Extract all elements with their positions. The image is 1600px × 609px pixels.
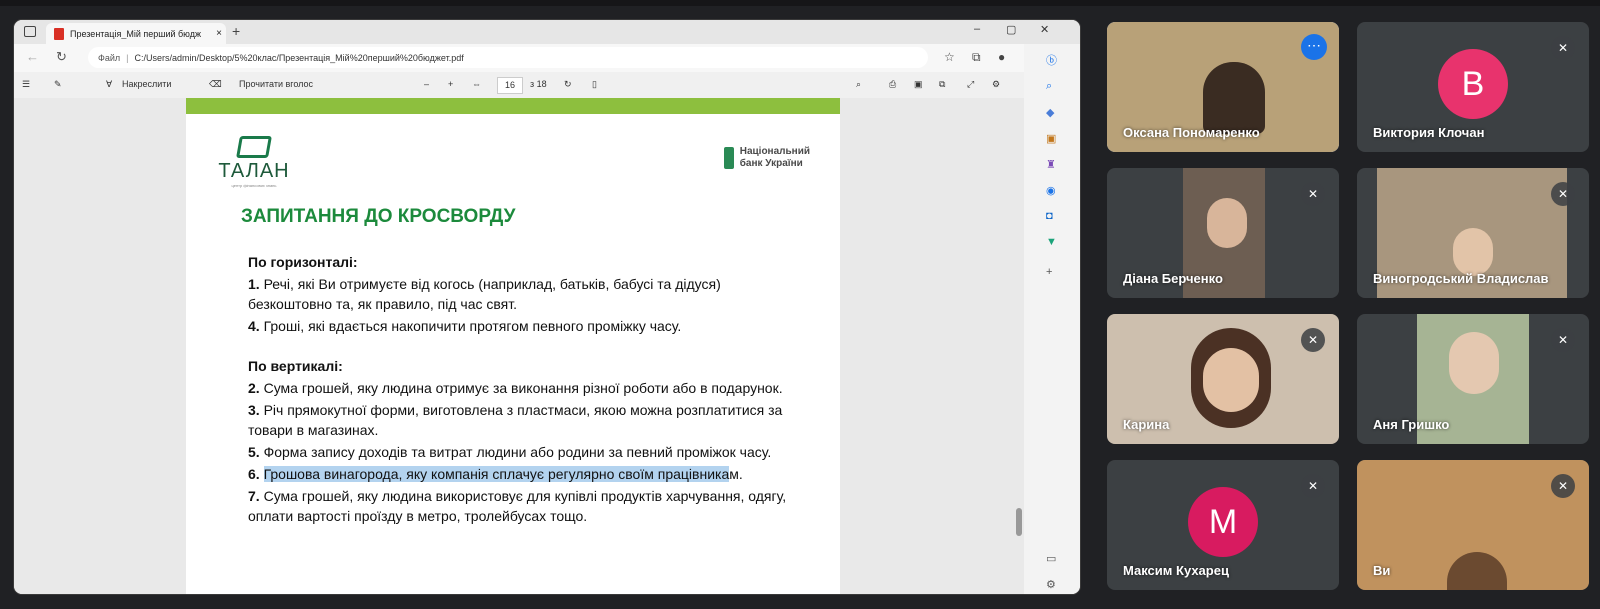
page-total: з 18 — [530, 79, 547, 89]
rotate-icon[interactable]: ↻ — [564, 79, 572, 90]
participant-name: Карина — [1123, 417, 1170, 432]
address-bar: ← ↻ Файл | C:/Users/admin/Desktop/5%20кл… — [14, 44, 1080, 72]
drop-icon[interactable]: ▼ — [1046, 236, 1057, 248]
participant-name: Аня Гришко — [1373, 417, 1450, 432]
sidebar-settings-icon[interactable]: ⚙ — [1046, 578, 1056, 591]
fit-page-icon[interactable]: ⇔ — [472, 79, 481, 89]
url-text: C:/Users/admin/Desktop/5%20клас/Презента… — [134, 52, 464, 63]
participant-name: Максим Кухарец — [1123, 563, 1229, 578]
tab-bar: Презентація_Мій перший бюдж × + – ▢ ✕ — [14, 20, 1080, 44]
slide-title: ЗАПИТАННЯ ДО КРОСВОРДУ — [241, 206, 516, 227]
participant-tile[interactable]: ✕ Ви — [1357, 460, 1589, 590]
list-item: 1. Речі, які Ви отримуєте від когось (на… — [248, 276, 721, 312]
pdf-icon — [54, 27, 64, 40]
tools-icon[interactable]: ▣ — [1046, 132, 1056, 145]
pdf-viewer[interactable]: ТАЛАН центр фінансових знань Національни… — [14, 98, 1024, 594]
draw-button[interactable]: Накреслити — [122, 79, 171, 89]
copilot-icon[interactable]: ⓑ — [1046, 52, 1057, 68]
participant-tile[interactable]: ✕ В Виктория Клочан — [1357, 22, 1589, 152]
talan-logo: ТАЛАН центр фінансових знань — [218, 136, 290, 188]
mic-off-icon: ✕ — [1551, 182, 1575, 206]
shopping-icon[interactable]: ◆ — [1046, 106, 1054, 119]
url-field[interactable]: Файл | C:/Users/admin/Desktop/5%20клас/П… — [88, 47, 928, 68]
file-label: Файл — [98, 52, 121, 63]
scroll-thumb[interactable] — [1016, 508, 1022, 536]
refresh-icon[interactable]: ↻ — [56, 49, 67, 65]
new-tab-button[interactable]: + — [232, 23, 240, 39]
pdf-toolbar: ☰ ✎ ∀ Накреслити ⌫ Прочитати вголос – + … — [14, 72, 1024, 99]
participant-tile[interactable]: ✕ Діана Берченко — [1107, 168, 1339, 298]
participant-name: Діана Берченко — [1123, 271, 1223, 286]
participant-tile[interactable]: ⋯ Оксана Пономаренко — [1107, 22, 1339, 152]
m365-icon[interactable]: ◉ — [1046, 184, 1056, 197]
participant-name: Ви — [1373, 563, 1391, 578]
avatar: В — [1438, 49, 1508, 119]
nbu-logo: Національний банк України — [723, 146, 810, 170]
text-selection: Грошова винагорода, яку компанія сплачує… — [263, 466, 730, 482]
pdf-scrollbar[interactable] — [1014, 98, 1024, 594]
participant-tile[interactable]: ✕ Аня Гришко — [1357, 314, 1589, 444]
save-icon[interactable]: ▣ — [914, 79, 923, 90]
list-item: 4. Гроші, які вдається накопичити протяг… — [248, 318, 682, 334]
read-aloud-button[interactable]: Прочитати вголос — [239, 79, 313, 89]
add-sidebar-icon[interactable]: + — [1046, 266, 1052, 278]
print-icon[interactable]: ⎙ — [889, 79, 896, 90]
zoom-in-button[interactable]: + — [448, 79, 453, 89]
settings-icon[interactable]: ⚙ — [992, 79, 1000, 90]
vertical-heading: По вертикалі: — [248, 358, 343, 374]
edge-sidebar: ⓑ ⌕ ◆ ▣ ♜ ◉ ◘ ▼ + ▭ ⚙ — [1024, 44, 1080, 594]
list-item-selected[interactable]: 6. Грошова винагорода, яку компанія спла… — [248, 464, 808, 484]
games-icon[interactable]: ♜ — [1046, 158, 1056, 171]
mic-off-icon: ✕ — [1301, 328, 1325, 352]
page-view-icon[interactable]: ▯ — [592, 79, 597, 90]
minimize-button[interactable]: – — [974, 23, 980, 35]
slide-body: По горизонталі: 1. Речі, які Ви отримуєт… — [248, 248, 808, 526]
pdf-page: ТАЛАН центр фінансових знань Національни… — [186, 98, 840, 594]
favorites-icon[interactable]: ☆ — [944, 50, 955, 64]
eraser-icon[interactable]: ⌫ — [209, 79, 222, 90]
split-view-icon[interactable]: ▭ — [1046, 552, 1056, 565]
fullscreen-icon[interactable]: ⤢ — [967, 79, 974, 90]
outlook-icon[interactable]: ◘ — [1046, 210, 1053, 222]
mic-off-icon: ✕ — [1551, 474, 1575, 498]
browser-window: Презентація_Мій перший бюдж × + – ▢ ✕ ← … — [14, 20, 1080, 594]
mic-off-icon: ✕ — [1301, 182, 1325, 206]
more-options-button[interactable]: ⋯ — [1301, 34, 1327, 60]
slide-header-band — [186, 98, 840, 114]
horizontal-heading: По горизонталі: — [248, 254, 358, 270]
participant-name: Оксана Пономаренко — [1123, 125, 1260, 140]
contents-icon[interactable]: ☰ — [22, 79, 30, 90]
participant-name: Виктория Клочан — [1373, 125, 1485, 140]
collections-icon[interactable]: ⧉ — [972, 50, 981, 65]
participant-tile[interactable]: ✕ Виногродський Владислав — [1357, 168, 1589, 298]
mic-off-icon: ✕ — [1551, 328, 1575, 352]
tab-actions-icon[interactable] — [24, 26, 36, 37]
tab-pdf[interactable]: Презентація_Мій перший бюдж × — [46, 23, 226, 44]
list-item: 2. Сума грошей, яку людина отримує за ви… — [248, 380, 783, 396]
mic-off-icon: ✕ — [1301, 474, 1325, 498]
list-item: 3. Річ прямокутної форми, виготовлена з … — [248, 402, 783, 438]
zoom-out-button[interactable]: – — [424, 79, 429, 89]
save-as-icon[interactable]: ⧉ — [939, 79, 945, 90]
page-number-input[interactable]: 16 — [497, 77, 523, 94]
participant-name: Виногродський Владислав — [1373, 271, 1549, 286]
list-item: 5. Форма запису доходів та витрат людини… — [248, 444, 772, 460]
tab-title: Презентація_Мій перший бюдж — [70, 28, 202, 39]
draw-icon[interactable]: ∀ — [106, 79, 112, 90]
close-window-button[interactable]: ✕ — [1040, 23, 1049, 36]
top-strip — [0, 0, 1600, 6]
avatar: М — [1188, 487, 1258, 557]
participant-tile[interactable]: ✕ М Максим Кухарец — [1107, 460, 1339, 590]
profile-icon[interactable]: ● — [998, 50, 1005, 64]
maximize-button[interactable]: ▢ — [1006, 23, 1016, 36]
highlight-icon[interactable]: ✎ — [54, 79, 62, 90]
back-icon[interactable]: ← — [26, 49, 39, 64]
mic-off-icon: ✕ — [1551, 36, 1575, 60]
participant-tile[interactable]: ✕ Карина — [1107, 314, 1339, 444]
tab-close-button[interactable]: × — [212, 28, 226, 39]
search-sidebar-icon[interactable]: ⌕ — [1046, 80, 1052, 93]
list-item: 7. Сума грошей, яку людина використовує … — [248, 488, 787, 524]
search-icon[interactable]: ⌕ — [856, 79, 861, 90]
